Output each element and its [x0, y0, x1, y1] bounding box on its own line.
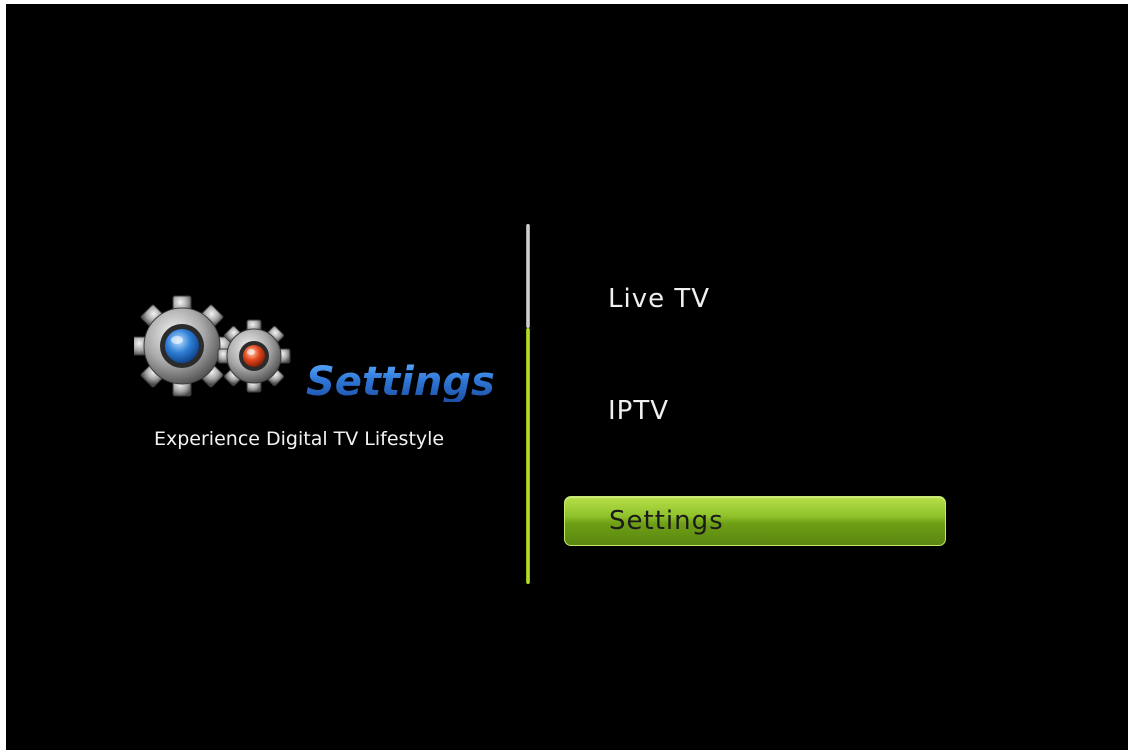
brand-title: Settings — [306, 359, 495, 405]
brand-tagline: Experience Digital TV Lifestyle — [154, 428, 445, 450]
menu-item-settings[interactable]: Settings — [564, 496, 946, 546]
gears-icon — [134, 295, 291, 397]
tv-screen: Settings Experience Digital TV Lifestyle… — [6, 4, 1128, 750]
menu-item-iptv[interactable]: IPTV — [564, 386, 946, 436]
menu-scrollbar — [525, 224, 531, 584]
scrollbar-track — [526, 224, 530, 328]
menu-item-label: Live TV — [608, 284, 711, 314]
settings-logo: Settings Experience Digital TV Lifestyle — [134, 284, 514, 464]
main-menu: Live TV IPTV Settings — [564, 264, 964, 564]
menu-item-label: Settings — [609, 506, 724, 536]
scrollbar-thumb — [526, 328, 530, 584]
menu-item-label: IPTV — [608, 396, 670, 426]
menu-item-live-tv[interactable]: Live TV — [564, 274, 946, 324]
